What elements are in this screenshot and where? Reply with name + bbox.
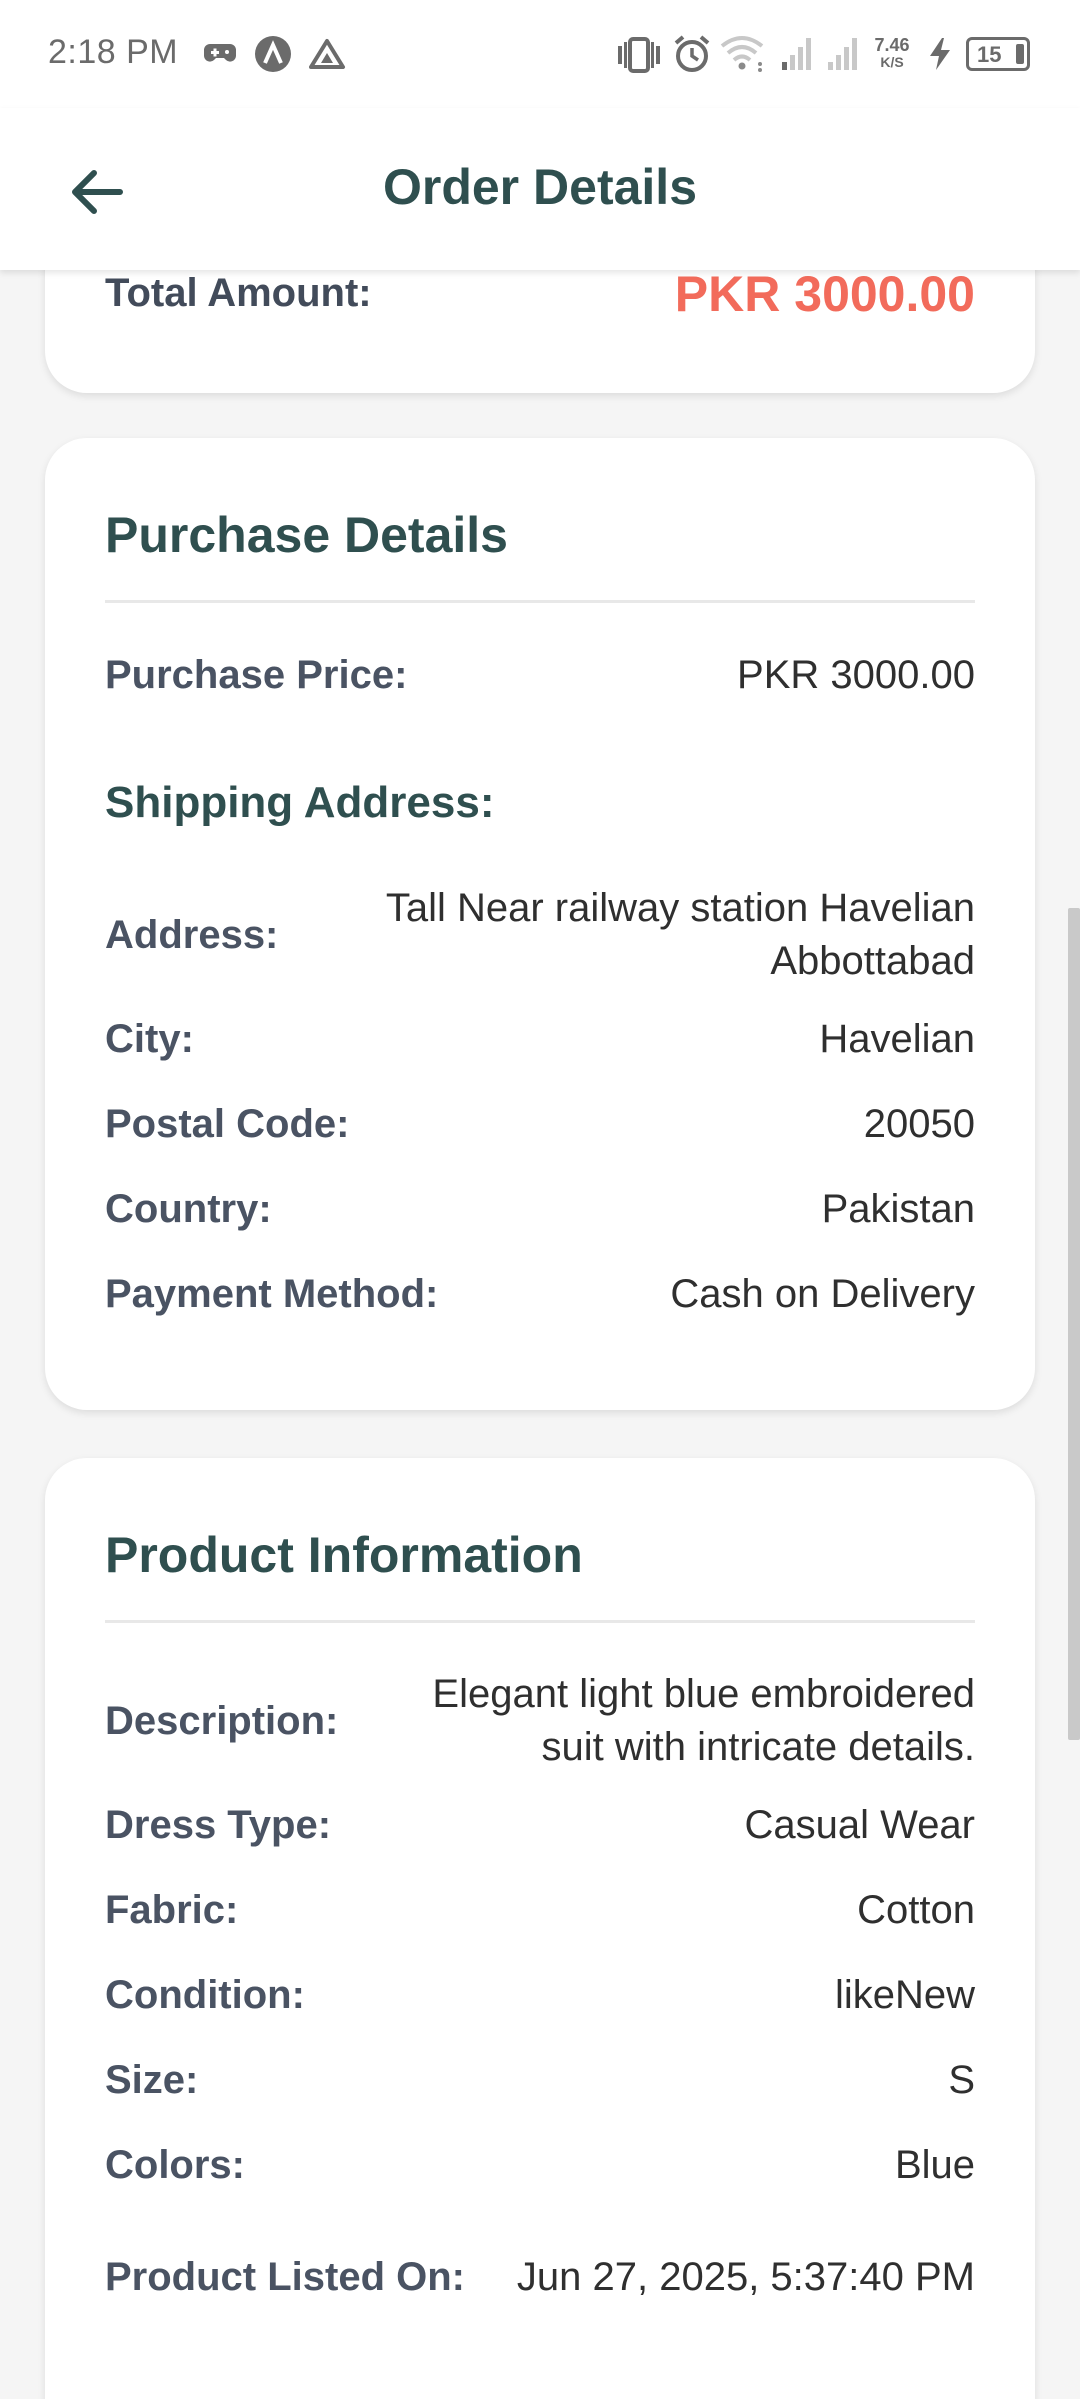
app-bar: Order Details — [0, 108, 1080, 270]
colors-label: Colors: — [105, 2142, 245, 2187]
product-information-title: Product Information — [105, 1527, 583, 1583]
size-label: Size: — [105, 2057, 199, 2102]
postal-code-value: 20050 — [863, 1101, 975, 1146]
status-time: 2:18 PM — [48, 33, 179, 71]
section-divider — [105, 1620, 975, 1623]
scrollbar[interactable] — [1068, 908, 1080, 1740]
address-value: Tall Near railway station Havelian Abbot… — [385, 886, 975, 983]
signal-icon — [828, 38, 857, 70]
total-amount-row: Total Amount: PKR 3000.00 — [105, 270, 975, 322]
payment-method-row: Payment Method: Cash on Delivery — [105, 1267, 975, 1321]
postal-code-label: Postal Code: — [105, 1101, 350, 1146]
dress-type-label: Dress Type: — [105, 1802, 332, 1847]
postal-code-row: Postal Code: 20050 — [105, 1097, 975, 1151]
drive-icon — [309, 39, 345, 69]
size-row: Size: S — [105, 2053, 975, 2107]
city-label: City: — [105, 1016, 194, 1061]
vibrate-icon — [618, 37, 660, 73]
colors-row: Colors: Blue — [105, 2138, 975, 2192]
page-title: Order Details — [382, 159, 697, 215]
dress-type-value: Casual Wear — [744, 1802, 975, 1847]
total-amount-label: Total Amount: — [105, 271, 372, 315]
fabric-row: Fabric: Cotton — [105, 1883, 975, 1937]
description-value: Elegant light blue embroidered suit with… — [432, 1672, 975, 1769]
condition-row: Condition: likeNew — [105, 1968, 975, 2022]
listed-on-label: Product Listed On: — [105, 2254, 465, 2299]
shipping-address-heading: Shipping Address: — [105, 778, 495, 827]
battery-level: 15 — [977, 42, 1002, 67]
order-details-scroll[interactable]: Total Amount: PKR 3000.00 Purchase Detai… — [0, 270, 1080, 2399]
dress-type-row: Dress Type: Casual Wear — [105, 1798, 975, 1852]
order-summary-card: Total Amount: PKR 3000.00 — [45, 270, 1035, 393]
purchase-details-title: Purchase Details — [105, 507, 508, 563]
signal-icon — [782, 38, 811, 70]
description-row: Description: Elegant light blue embroide… — [105, 1668, 975, 1774]
listed-on-row: Product Listed On: Jun 27, 2025, 5:37:40… — [105, 2224, 975, 2330]
alarm-icon — [674, 35, 710, 72]
colors-value: Blue — [894, 2142, 975, 2187]
address-label: Address: — [105, 912, 279, 957]
battery-icon: 15 — [966, 37, 1030, 71]
country-row: Country: Pakistan — [105, 1182, 975, 1236]
purchase-price-value: PKR 3000.00 — [737, 652, 975, 697]
game-controller-icon — [204, 44, 236, 62]
size-value: S — [948, 2057, 975, 2102]
country-value: Pakistan — [821, 1186, 975, 1231]
city-value: Havelian — [819, 1016, 975, 1061]
network-speed: 7.46 K/S — [874, 35, 910, 70]
section-divider — [105, 600, 975, 603]
purchase-price-row: Purchase Price: PKR 3000.00 — [105, 648, 975, 702]
listed-on-value: Jun 27, 2025, 5:37:40 PM — [516, 2254, 975, 2299]
charging-bolt-icon — [930, 38, 950, 70]
wifi-icon — [720, 36, 764, 72]
purchase-details-card: Purchase Details Purchase Price: PKR 300… — [45, 438, 1035, 1410]
fabric-label: Fabric: — [105, 1887, 239, 1932]
condition-label: Condition: — [105, 1972, 305, 2017]
city-row: City: Havelian — [105, 1012, 975, 1066]
fabric-value: Cotton — [857, 1887, 975, 1932]
address-row: Address: Tall Near railway station Havel… — [105, 882, 975, 988]
payment-method-value: Cash on Delivery — [670, 1271, 975, 1316]
payment-method-label: Payment Method: — [105, 1271, 439, 1316]
purchase-price-label: Purchase Price: — [105, 652, 408, 697]
description-label: Description: — [105, 1698, 339, 1743]
nfc-a-icon — [255, 36, 291, 72]
status-bar: 2:18 PM 7.46 K/S 15 — [0, 0, 1080, 108]
country-label: Country: — [105, 1186, 272, 1231]
product-information-card: Product Information Description: Elegant… — [45, 1458, 1035, 2399]
condition-value: likeNew — [834, 1972, 975, 2017]
total-amount-value: PKR 3000.00 — [674, 270, 975, 322]
